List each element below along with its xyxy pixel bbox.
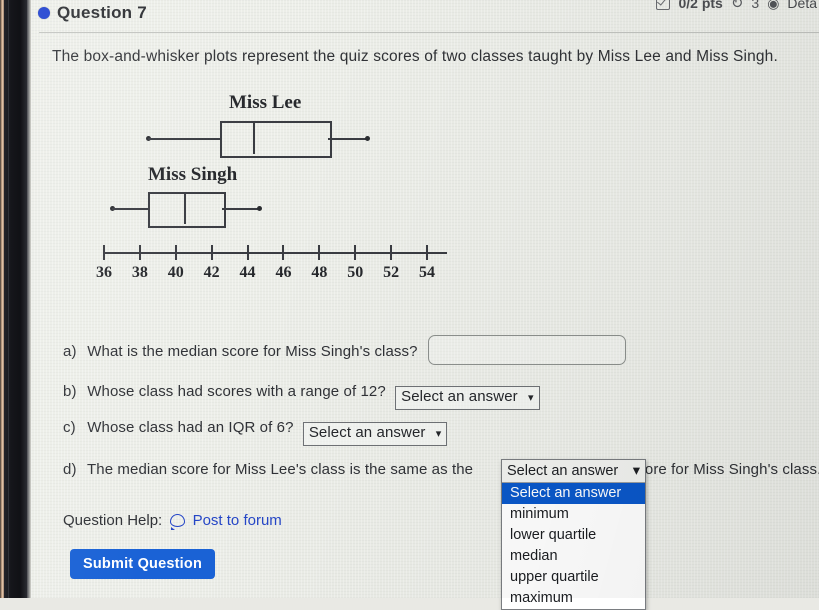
axis-tick-label: 54: [419, 264, 435, 281]
chevron-down-icon: ▾: [528, 392, 534, 404]
iqr-select-value: Select an answer: [308, 424, 426, 441]
quiz-page: Question 7 0/2 pts ↻ 3 ◉ Deta The box-an…: [31, 0, 819, 610]
axis-tick: [426, 245, 428, 260]
chevron-down-icon: ▾: [435, 428, 442, 440]
question-d-text-before: The median score for Miss Lee's class is…: [87, 461, 474, 478]
axis-tick: [390, 245, 393, 260]
chevron-down-icon: ▾: [632, 462, 640, 479]
lee-box: [220, 121, 332, 158]
dropdown-selected-value: Select an answer: [507, 462, 619, 479]
dropdown-option[interactable]: Select an answer: [502, 483, 645, 504]
range-answer-select[interactable]: Select an answer ▾: [395, 386, 540, 410]
device-bezel: [0, 0, 31, 598]
axis-tick: [138, 245, 141, 260]
question-prompt: The box-and-whisker plots represent the …: [52, 48, 778, 65]
header-right-controls: 0/2 pts ↻ 3 ◉ Deta: [656, 0, 817, 12]
bezel-inner-edge: [27, 0, 31, 598]
dropdown-option[interactable]: upper quartile: [502, 567, 645, 588]
axis-tick-label: 48: [311, 264, 328, 281]
singh-right-whisker: [222, 207, 260, 210]
question-help-label: Question Help:: [63, 512, 163, 529]
singh-median-line: [184, 192, 186, 224]
submit-question-button[interactable]: Submit Question: [70, 549, 215, 579]
question-c-row: c) Whose class had an IQR of 6? Select a…: [63, 419, 448, 446]
lee-max-cap: [365, 136, 370, 141]
retry-count: 3: [751, 0, 760, 11]
question-header: Question 7 0/2 pts ↻ 3 ◉ Deta: [31, 0, 819, 33]
range-select-value: Select an answer: [401, 388, 518, 405]
dropdown-option[interactable]: median: [502, 546, 645, 567]
axis-tick: [246, 245, 249, 260]
dropdown-toggle[interactable]: Select an answer ▾: [502, 460, 645, 483]
dropdown-option[interactable]: minimum: [502, 504, 645, 525]
points-label: 0/2 pts: [678, 0, 723, 11]
boxplot-label-miss-lee: Miss Lee: [229, 92, 302, 113]
singh-box: [148, 192, 226, 228]
axis-tick: [103, 245, 105, 260]
question-help: Question Help: Post to forum: [63, 512, 282, 530]
dropdown-option[interactable]: maximum: [502, 588, 645, 609]
details-circle-icon[interactable]: ◉: [767, 0, 779, 12]
question-a-letter: a): [63, 343, 77, 360]
axis-tick-label: 44: [239, 264, 256, 281]
speech-bubble-icon: [170, 514, 186, 530]
axis-tick-label: 42: [203, 264, 220, 281]
details-button[interactable]: Deta: [787, 0, 817, 11]
axis-tick-label: 46: [275, 264, 292, 281]
question-a-text: What is the median score for Miss Singh'…: [87, 343, 418, 360]
question-b-text: Whose class had scores with a range of 1…: [87, 383, 386, 400]
lee-right-whisker: [328, 137, 368, 140]
page-title: Question 7: [57, 3, 147, 22]
question-a-row: a) What is the median score for Miss Sin…: [63, 335, 626, 365]
axis-tick-label: 50: [347, 264, 364, 281]
post-to-forum-label: Post to forum: [192, 512, 282, 529]
question-d-row: d) The median score for Miss Lee's class…: [63, 461, 819, 478]
lee-median-line: [253, 121, 255, 154]
box-whisker-figure: Miss Lee Miss Singh 36 38 40 42 44 46 48 50 52 54: [49, 92, 469, 297]
dropdown-option-list[interactable]: Select an answer minimum lower quartile med…: [502, 483, 645, 609]
singh-max-cap: [257, 206, 262, 211]
post-to-forum-link[interactable]: Post to forum: [170, 512, 282, 530]
question-b-letter: b): [63, 383, 77, 400]
axis-tick: [354, 245, 357, 260]
boxplot-label-miss-singh: Miss Singh: [148, 164, 238, 185]
statistic-answer-dropdown[interactable]: Select an answer ▾ Select an answer minim…: [501, 459, 646, 610]
question-c-text: Whose class had an IQR of 6?: [87, 419, 294, 436]
axis-tick: [210, 245, 213, 260]
axis-tick-label: 38: [131, 264, 148, 281]
question-b-row: b) Whose class had scores with a range o…: [63, 383, 540, 410]
median-answer-input[interactable]: [427, 335, 626, 365]
question-c-letter: c): [63, 419, 76, 436]
checkbox-checked-icon: [656, 0, 671, 10]
axis-tick: [174, 245, 177, 260]
bezel-seam: [8, 0, 9, 598]
singh-left-whisker: [112, 207, 150, 210]
retry-circular-arrow-icon[interactable]: ↻: [731, 0, 744, 12]
lee-left-whisker: [148, 137, 221, 140]
header-divider: [39, 32, 819, 33]
question-status-dot-icon: [38, 7, 50, 19]
question-d-letter: d): [63, 461, 77, 478]
question-d-text-after: score for Miss Singh's class.: [629, 461, 819, 478]
axis-tick: [282, 245, 285, 260]
iqr-answer-select[interactable]: Select an answer ▾: [302, 422, 448, 446]
axis-tick-label: 36: [96, 264, 112, 281]
axis-tick-label: 40: [167, 264, 184, 281]
axis-tick-label: 52: [383, 264, 400, 281]
dropdown-option[interactable]: lower quartile: [502, 525, 645, 546]
axis-line: [103, 252, 447, 254]
axis-tick: [318, 245, 321, 260]
